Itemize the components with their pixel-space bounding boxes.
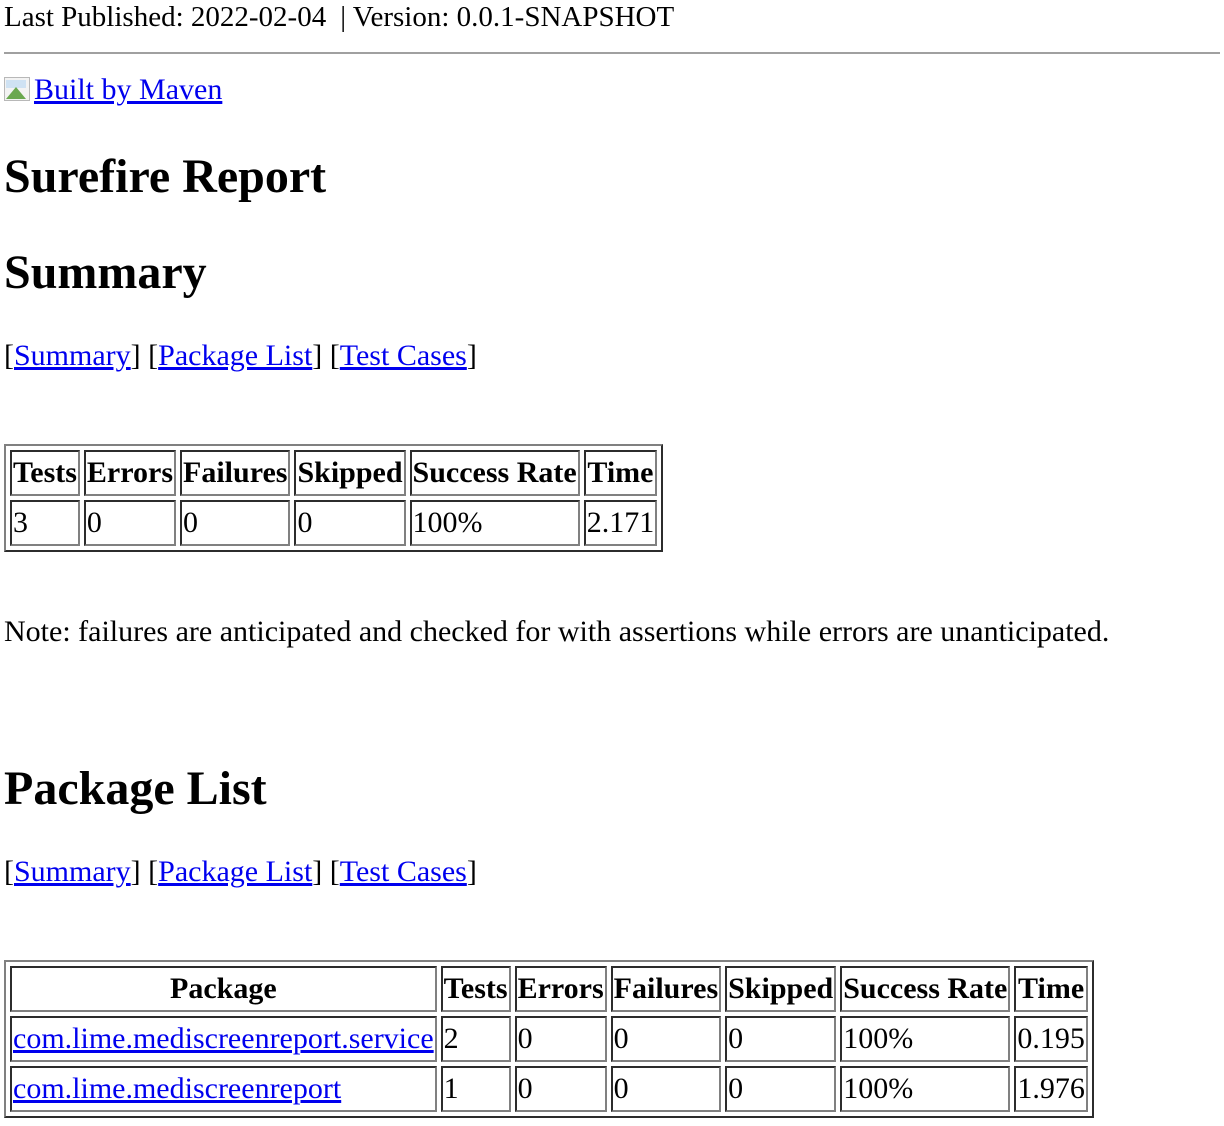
table-header-row: Tests Errors Failures Skipped Success Ra… xyxy=(10,450,658,496)
built-by-maven-link[interactable]: Built by Maven xyxy=(34,73,222,106)
cell-errors: 0 xyxy=(514,1016,607,1062)
col-header: Tests xyxy=(440,966,511,1012)
nav-link-test-cases[interactable]: Test Cases xyxy=(340,855,467,888)
col-header: Skipped xyxy=(725,966,837,1012)
nav-link-summary[interactable]: Summary xyxy=(14,339,131,372)
col-header: Tests xyxy=(10,450,80,496)
cell-tests: 2 xyxy=(440,1016,511,1062)
failures-note: Note: failures are anticipated and check… xyxy=(4,615,1110,648)
cell-errors: 0 xyxy=(514,1066,607,1112)
cell-failures: 0 xyxy=(180,500,291,546)
nav-link-package-list[interactable]: Package List xyxy=(158,855,312,888)
table-row: 3 0 0 0 100% 2.171 xyxy=(10,500,658,546)
page-title: Surefire Report xyxy=(4,150,327,203)
cell-time: 0.195 xyxy=(1014,1016,1088,1062)
version: Version: 0.0.1-SNAPSHOT xyxy=(352,1,675,33)
table-row: com.lime.mediscreenreport 1 0 0 0 100% 1… xyxy=(10,1066,1088,1112)
section-nav-package-list: [Summary] [Package List] [Test Cases] xyxy=(4,855,477,888)
cell-success-rate: 100% xyxy=(840,1016,1011,1062)
summary-heading: Summary xyxy=(4,246,207,299)
nav-link-package-list[interactable]: Package List xyxy=(158,339,312,372)
col-header: Errors xyxy=(83,450,177,496)
header-divider xyxy=(4,52,1220,54)
col-header: Skipped xyxy=(294,450,406,496)
table-header-row: Package Tests Errors Failures Skipped Su… xyxy=(10,966,1088,1012)
col-header: Success Rate xyxy=(409,450,580,496)
col-header: Failures xyxy=(610,966,722,1012)
nav-link-summary[interactable]: Summary xyxy=(14,855,131,888)
cell-package: com.lime.mediscreenreport xyxy=(10,1066,437,1112)
col-header: Time xyxy=(583,450,658,496)
cell-skipped: 0 xyxy=(294,500,406,546)
summary-table: Tests Errors Failures Skipped Success Ra… xyxy=(4,444,664,552)
cell-success-rate: 100% xyxy=(409,500,580,546)
cell-package: com.lime.mediscreenreport.service xyxy=(10,1016,437,1062)
banner-separator: | xyxy=(340,1,347,33)
cell-tests: 3 xyxy=(10,500,80,546)
col-header: Errors xyxy=(514,966,607,1012)
table-row: com.lime.mediscreenreport.service 2 0 0 … xyxy=(10,1016,1088,1062)
col-header: Failures xyxy=(180,450,291,496)
col-header: Package xyxy=(10,966,437,1012)
cell-failures: 0 xyxy=(610,1066,722,1112)
publish-banner: Last Published: 2022-02-04 | Version: 0.0… xyxy=(4,0,674,35)
broken-image-icon xyxy=(4,75,34,103)
cell-errors: 0 xyxy=(83,500,177,546)
cell-skipped: 0 xyxy=(725,1066,837,1112)
cell-failures: 0 xyxy=(610,1016,722,1062)
cell-tests: 1 xyxy=(440,1066,511,1112)
col-header: Success Rate xyxy=(840,966,1011,1012)
package-list-heading: Package List xyxy=(4,762,267,815)
package-link[interactable]: com.lime.mediscreenreport xyxy=(13,1072,341,1105)
cell-skipped: 0 xyxy=(725,1016,837,1062)
nav-link-test-cases[interactable]: Test Cases xyxy=(340,339,467,372)
maven-badge-link[interactable]: Built by Maven xyxy=(4,72,222,108)
package-table: Package Tests Errors Failures Skipped Su… xyxy=(4,960,1094,1118)
cell-time: 2.171 xyxy=(583,500,658,546)
last-published: Last Published: 2022-02-04 xyxy=(4,1,327,33)
package-link[interactable]: com.lime.mediscreenreport.service xyxy=(13,1022,434,1055)
cell-success-rate: 100% xyxy=(840,1066,1011,1112)
cell-time: 1.976 xyxy=(1014,1066,1088,1112)
surefire-report-page: Last Published: 2022-02-04 | Version: 0.0… xyxy=(0,0,1224,1126)
col-header: Time xyxy=(1014,966,1088,1012)
section-nav-summary: [Summary] [Package List] [Test Cases] xyxy=(4,339,477,372)
